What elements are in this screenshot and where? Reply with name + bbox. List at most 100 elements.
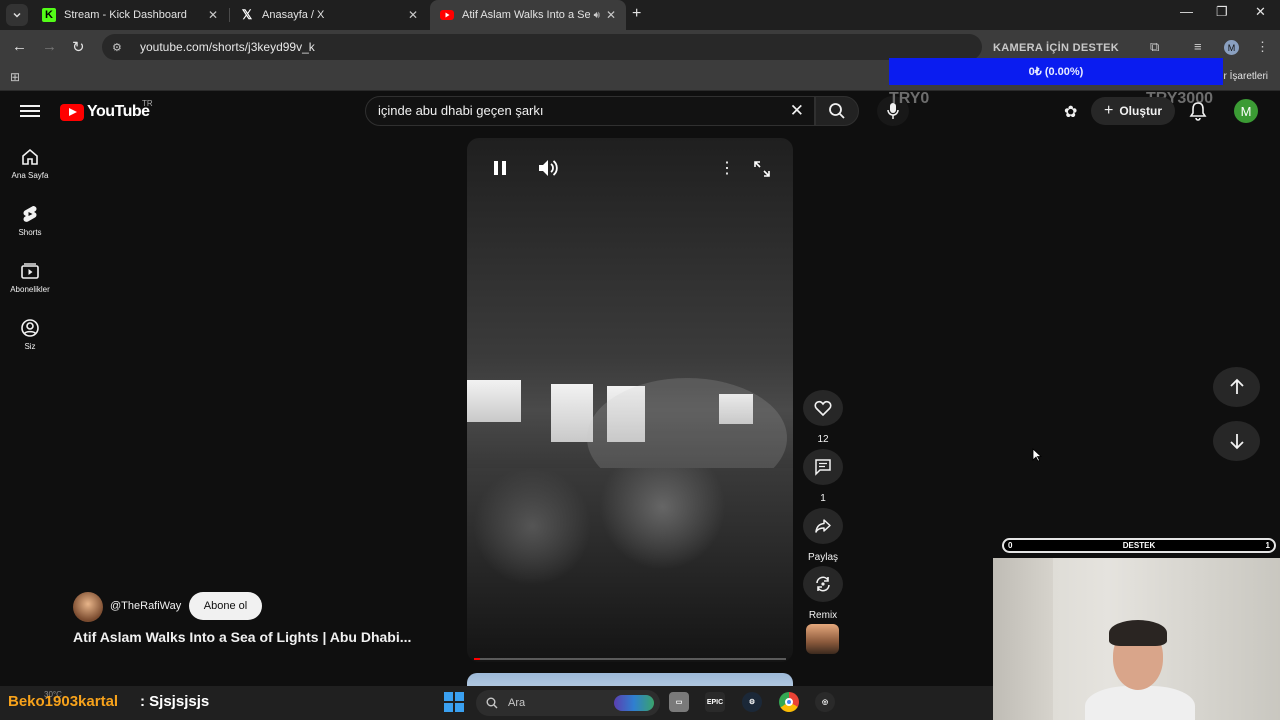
channel-avatar[interactable] [73,592,103,622]
x-logo-icon: 𝕏 [241,7,253,22]
plus-icon: + [1103,102,1114,119]
channel-name[interactable]: @TheRafiWay [110,600,181,612]
site-info-icon[interactable]: ⚙ [112,41,130,54]
guide-label: Abonelikler [10,285,50,294]
you-icon [21,319,39,337]
short-title[interactable]: Atif Aslam Walks Into a Sea of Lights | … [73,629,411,645]
close-window-icon[interactable]: ✕ [1255,4,1266,20]
short-video-player[interactable]: ⋮ [467,138,793,662]
tab-kick-dashboard[interactable]: K Stream - Kick Dashboard ✕ [32,0,228,30]
next-short-button[interactable] [1213,421,1260,461]
webcam-person-shirt [1085,686,1195,720]
pause-icon[interactable] [493,160,507,181]
destek-label: DESTEK [1122,541,1156,550]
remix-icon [816,576,830,592]
tab-label: Stream - Kick Dashboard [64,9,187,21]
search-highlight-icon [614,695,654,711]
apps-grid-icon[interactable]: ⊞ [10,70,20,84]
tab-label: Anasayfa / X [262,9,325,21]
extension-icon[interactable]: ✿ [1064,102,1077,122]
close-tab-icon[interactable]: ✕ [606,8,616,22]
chat-message-text: Sjsjsjsjs [149,693,210,710]
destek-min: 0 [1008,541,1013,550]
youtube-logo[interactable]: YouTube TR [60,99,153,121]
like-action[interactable]: 12 [802,390,844,445]
share-button[interactable] [803,508,843,544]
share-label: Paylaş [807,552,838,563]
account-avatar[interactable]: M [1234,99,1258,123]
profile-avatar[interactable]: M [1224,40,1239,55]
chat-separator: : [140,693,150,710]
search-icon [829,103,845,119]
tab-search-button[interactable] [6,4,28,26]
remix-action[interactable]: Remix [802,566,844,621]
comment-count: 1 [820,493,826,504]
tab-x-home[interactable]: 𝕏 Anasayfa / X ✕ [230,0,428,30]
heart-icon [814,400,832,416]
clear-search-icon[interactable]: ✕ [790,101,804,121]
extensions-icon[interactable]: ⧉ [1150,39,1159,55]
restore-icon[interactable]: ❐ [1216,4,1228,20]
comment-action[interactable]: 1 [802,449,844,504]
shorts-icon [23,206,37,222]
speaker-icon[interactable]: 🔊︎ [594,10,600,21]
arrow-down-icon [1229,434,1244,450]
menu-dots-icon[interactable]: ⋮ [1256,39,1269,55]
windows-start-icon[interactable] [444,692,464,712]
create-button[interactable]: + Oluştur [1091,97,1175,125]
new-tab-button[interactable]: + [632,5,641,23]
create-label: Oluştur [1119,104,1162,118]
hamburger-menu-icon[interactable] [20,102,40,120]
notifications-bell-icon[interactable] [1189,101,1207,126]
address-bar[interactable]: ⚙ youtube.com/shorts/j3keyd99v_k [102,34,982,60]
comment-button[interactable] [803,449,843,485]
minimize-icon[interactable]: — [1180,4,1193,19]
more-options-icon[interactable]: ⋮ [719,158,735,178]
region-code: TR [142,99,153,108]
ubisoft-connect-icon[interactable]: ◎ [815,692,835,712]
volume-icon[interactable] [537,158,559,183]
file-explorer-icon[interactable]: ▭ [669,692,689,712]
reload-icon[interactable]: ↻ [72,38,85,56]
search-button[interactable] [815,96,859,126]
epic-games-icon[interactable]: EPIC [705,692,725,712]
subscribe-button[interactable]: Abone ol [189,592,262,620]
share-action[interactable]: Paylaş [802,508,844,563]
concert-crowd [467,468,793,662]
tab-label: Atif Aslam Walks Into a Sea of Lights | … [462,9,590,21]
sound-thumbnail[interactable] [806,624,839,654]
tab-youtube-short[interactable]: Atif Aslam Walks Into a Sea of Lights | … [430,0,626,30]
chrome-icon[interactable] [779,692,799,712]
fullscreen-icon[interactable] [753,160,771,183]
close-tab-icon[interactable]: ✕ [208,8,218,22]
destek-max: 1 [1265,541,1270,550]
close-tab-icon[interactable]: ✕ [408,8,418,22]
remix-button[interactable] [803,566,843,602]
mouse-cursor-icon [1032,448,1043,467]
youtube-play-icon [60,103,84,121]
chat-username: Beko1903kartal [8,693,119,710]
other-bookmarks[interactable]: r İşaretleri [1224,71,1268,82]
video-progress-bar[interactable] [474,658,786,660]
steam-icon[interactable]: ⚙ [742,692,762,712]
guide-item-shorts[interactable]: Shorts [0,204,60,237]
search-input[interactable] [378,103,778,118]
back-icon[interactable]: ← [12,38,27,55]
goal-min-label: TRY0 [889,90,930,107]
like-button[interactable] [803,390,843,426]
taskbar-search[interactable]: Ara [476,690,660,716]
donation-goal-text: 0₺ (0.00%) [1028,66,1084,78]
guide-item-home[interactable]: Ana Sayfa [0,147,60,180]
remix-label: Remix [808,610,838,621]
previous-short-button[interactable] [1213,367,1260,407]
like-count: 12 [817,434,829,445]
donation-goal-bar: 0₺ (0.00%) [889,58,1223,85]
search-box[interactable]: ✕ [365,96,815,126]
forward-icon[interactable]: → [42,38,57,55]
chat-message: : Sjsjsjsjs [140,693,209,710]
webcam-curtain [993,558,1053,720]
media-control-icon[interactable]: ≡ [1194,39,1202,54]
youtube-wordmark: YouTube [87,103,150,120]
guide-item-you[interactable]: Siz [0,318,60,351]
guide-item-subscriptions[interactable]: Abonelikler [0,261,60,294]
